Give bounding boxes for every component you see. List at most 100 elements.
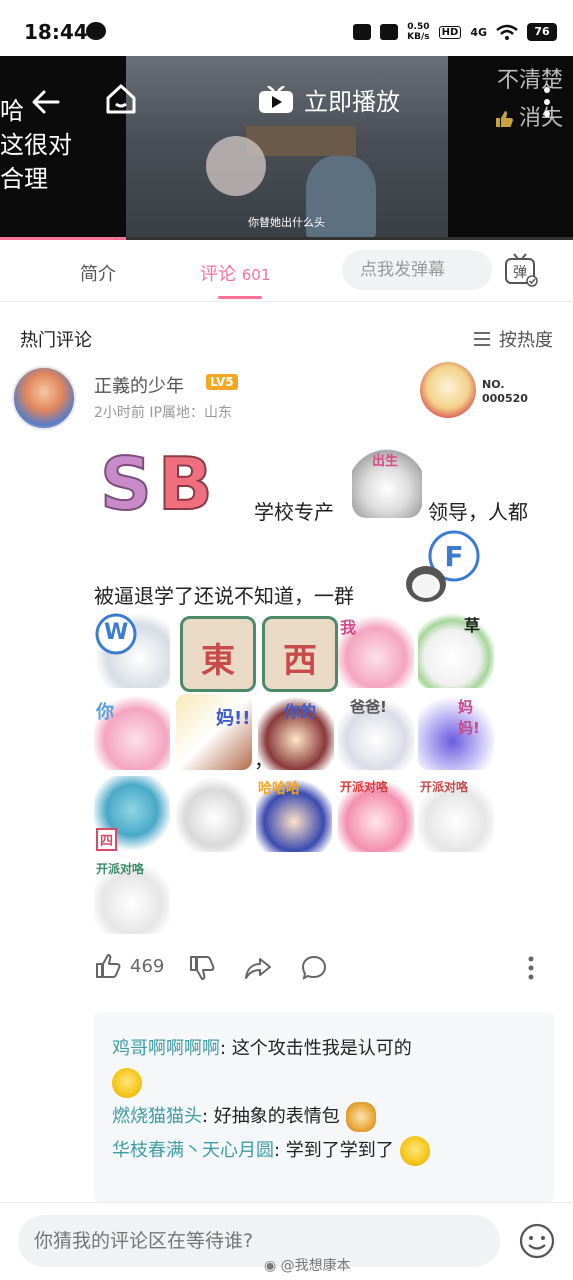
tab-comments[interactable]: 评论 601 [200,260,270,286]
hd-badge: HD [438,25,462,39]
danmaku-text: 不清楚 [496,68,563,93]
thumbs-up-icon [96,954,121,978]
more-vertical-icon[interactable] [543,86,551,118]
sticker: 爸爸! [338,694,414,770]
home-icon[interactable] [104,82,138,116]
status-time: 18:44 [24,20,88,44]
comment-text-3: 被逼退学了还说不知道，一群 [94,584,354,608]
reply-text: : 好抽象的表情包 [202,1106,340,1127]
reply-item[interactable]: 燃烧猫猫头: 好抽象的表情包 [112,1100,536,1134]
like-button[interactable]: 469 [94,952,164,980]
comment-input[interactable] [18,1215,500,1267]
status-indicators: 0.50 KB/s HD 4G 76 [353,22,557,42]
reply-username[interactable]: 华枝春满丶天心月圆 [112,1140,274,1161]
reply-username[interactable]: 燃烧猫猫头 [112,1106,202,1127]
tab-comments-label: 评论 [200,264,236,285]
emoji-icon[interactable] [519,1223,555,1259]
avatar[interactable] [12,366,76,430]
sticker-label: 开派对咯 [96,862,145,876]
sticker-label: 四 [96,828,118,851]
weibo-icon: ◉ [264,1258,277,1274]
like-count: 469 [130,955,165,977]
comment-meta: 2小时前 IP属地：山东 [94,402,232,422]
sticker: 我 [338,612,414,688]
smile-emoji-icon [112,1068,142,1098]
sticker-label: 哈哈哈 [258,781,300,797]
sticker-label: 开派对咯 [340,780,389,794]
birth-sticker: 出生 [352,446,422,518]
sticker-label: 西 [283,641,317,681]
wifi-icon [496,24,518,40]
thumbs-down-icon[interactable] [188,954,216,982]
sticker-label: 爸爸! [350,698,387,716]
f-sticker: F [406,530,480,602]
comment-username[interactable]: 正義的少年 [94,372,184,398]
network-speed-value: 0.50 [407,22,430,32]
sticker: 草 [418,612,494,688]
battery-indicator: 76 [527,23,557,41]
sb-letter-s: S [99,441,153,527]
video-player[interactable]: 你替她出什么头 哈 这很对 合理 不清楚 消失 立即播放 [0,56,573,240]
share-icon[interactable] [244,954,272,982]
comment-ip: IP属地：山东 [149,405,232,421]
sort-button[interactable]: 按热度 [473,326,553,352]
sticker-label: 你 [96,702,114,723]
sticker-label: 東 [201,641,235,681]
tv-play-icon [259,85,293,113]
video-tabs: 简介 评论 601 点我发弹幕 弹 [0,240,573,302]
comment-actions: 469 [94,952,534,986]
network-speed-unit: KB/s [407,32,430,42]
reply-item[interactable]: 华枝春满丶天心月圆: 学到了学到了 [112,1134,536,1168]
watermark-text: @我想康本 [280,1258,351,1274]
reply-text: : 这个攻击性我是认可的 [220,1038,412,1059]
play-now-label: 立即播放 [304,88,400,116]
sticker-label: 妈妈! [458,698,480,737]
alarm-icon [353,24,372,40]
sticker: 开派对咯 [94,858,170,934]
reply-item[interactable]: 鸡哥啊啊啊啊: 这个攻击性我是认可的 [112,1032,536,1100]
play-now-button[interactable]: 立即播放 [258,82,400,117]
reply-text: : 学到了学到了 [274,1140,394,1161]
danmaku-right: 不清楚 消失 [493,62,563,138]
sticker [176,776,252,852]
sticker: 开派对咯 [418,776,494,852]
danmaku-liked: 消失 [493,100,563,138]
sticker-label: 开派对咯 [420,780,469,794]
sticker-label: 你的 [284,702,317,721]
sticker-label: 妈!! [216,708,251,729]
bottom-bar: ◉ @我想康本 [0,1202,573,1280]
fan-badge-avatar [420,362,476,418]
sticker: 妈妈! [418,694,494,770]
reply-username[interactable]: 鸡哥啊啊啊啊 [112,1038,220,1059]
danmaku-toggle-icon[interactable]: 弹 [504,253,538,287]
more-vertical-icon[interactable] [528,956,534,980]
comment-text-1: 学校专产 [254,500,334,524]
danmaku-text: 合理 [0,165,48,193]
network-type: 4G [470,25,487,39]
sort-label: 按热度 [499,330,553,351]
sticker: 西 [262,616,338,692]
sticker: 你 [94,694,170,770]
birth-sticker-label: 出生 [372,454,399,469]
watermark: ◉ @我想康本 [264,1255,351,1275]
fan-badge-value: 000520 [482,392,528,405]
danmaku-input[interactable]: 点我发弹幕 [342,250,492,290]
network-speed: 0.50 KB/s [407,22,429,42]
doge-emoji-icon [345,1102,376,1132]
reply-icon[interactable] [300,954,328,982]
sticker: 四 [94,776,170,852]
tab-intro[interactable]: 简介 [80,260,116,286]
hot-comments-title: 热门评论 [20,330,92,351]
fan-badge-label: NO. [482,378,505,391]
sticker-label: 草 [464,616,481,635]
sticker: 妈!! [176,694,252,770]
sort-icon [474,332,490,346]
sticker: W [94,612,170,688]
level-badge: LV5 [206,374,238,390]
sticker: 東 [180,616,256,692]
f-sticker-label: F [444,540,463,573]
status-bar: 18:44 0.50 KB/s HD 4G 76 [0,0,573,62]
tab-active-indicator [218,296,262,299]
back-arrow-icon[interactable] [30,86,62,118]
reply-list[interactable]: 鸡哥啊啊啊啊: 这个攻击性我是认可的 燃烧猫猫头: 好抽象的表情包 华枝春满丶天… [94,1012,554,1202]
